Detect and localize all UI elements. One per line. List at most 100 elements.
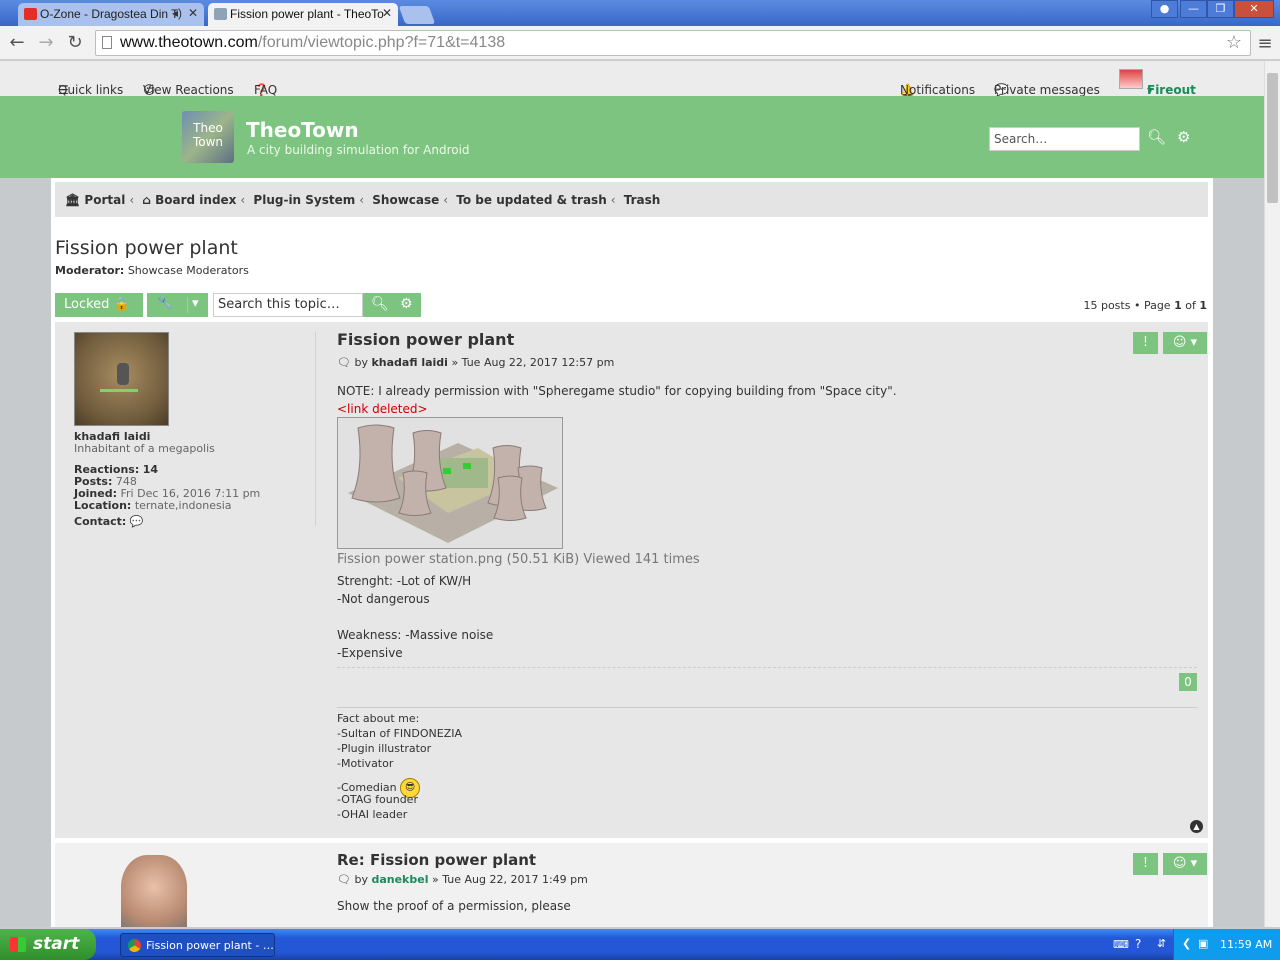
reaction-count-badge[interactable]: 0 bbox=[1179, 673, 1197, 691]
attachment-image[interactable] bbox=[337, 417, 563, 549]
tray-app-icon[interactable]: ▣ bbox=[1198, 937, 1208, 950]
close-tab-icon[interactable]: ✕ bbox=[188, 6, 198, 20]
contact-label: Contact: bbox=[74, 515, 127, 528]
post-author-line: 🗨 by khadafi laidi » Tue Aug 22, 2017 12… bbox=[337, 356, 614, 369]
profile-icon[interactable]: ● bbox=[1151, 0, 1178, 18]
report-button[interactable]: ! bbox=[1133, 332, 1158, 354]
tab-title: O-Zone - Dragostea Din T bbox=[40, 7, 179, 21]
start-button[interactable]: start bbox=[0, 929, 96, 960]
home-icon: ⌂ bbox=[142, 193, 151, 207]
topic-search-input[interactable]: Search this topic… bbox=[213, 293, 363, 317]
moderator-label: Moderator: bbox=[55, 264, 125, 277]
advanced-search-icon[interactable]: ⚙ bbox=[1177, 128, 1190, 146]
breadcrumb-plugin-system[interactable]: Plug-in System bbox=[253, 193, 355, 207]
header-search-input[interactable]: Search… bbox=[989, 127, 1140, 151]
back-arrow-icon[interactable]: ← bbox=[6, 32, 28, 53]
post-title[interactable]: Fission power plant bbox=[337, 330, 514, 349]
body-line: -Not dangerous bbox=[337, 592, 430, 606]
advanced-search-icon[interactable]: ⚙ bbox=[400, 296, 413, 312]
topic-tools-button[interactable]: 🔧 ▾ bbox=[147, 293, 208, 317]
signature-line: -Plugin illustrator bbox=[337, 742, 432, 755]
contact-icon[interactable]: 💬 bbox=[130, 515, 144, 528]
post-author-line: 🗨 by danekbel » Tue Aug 22, 2017 1:49 pm bbox=[337, 873, 588, 886]
post-icon[interactable]: 🗨 bbox=[337, 873, 351, 886]
quick-links-label: Quick links bbox=[58, 83, 124, 97]
page-icon bbox=[102, 36, 112, 49]
topic-title[interactable]: Fission power plant bbox=[55, 237, 238, 259]
post-author[interactable]: danekbel bbox=[371, 873, 428, 886]
keyboard-icon[interactable]: ⌨ bbox=[1113, 938, 1129, 951]
address-bar[interactable]: www.theotown.com/forum/viewtopic.php?f=7… bbox=[95, 30, 1251, 56]
start-label: start bbox=[33, 934, 80, 954]
new-tab-button[interactable] bbox=[398, 6, 436, 24]
scrollbar-thumb[interactable] bbox=[1267, 73, 1278, 203]
tray-expand-icon[interactable]: ❮ bbox=[1182, 937, 1191, 950]
breadcrumb-board-index[interactable]: Board index bbox=[155, 193, 236, 207]
lock-icon: 🔒 bbox=[113, 297, 130, 312]
private-messages-label: Private messages bbox=[994, 83, 1100, 97]
reaction-menu-button[interactable]: ☺ ▾ bbox=[1163, 853, 1207, 875]
power-plant-illustration bbox=[348, 424, 558, 543]
location-label: Location: bbox=[74, 499, 132, 512]
post-date: » Tue Aug 22, 2017 12:57 pm bbox=[451, 356, 615, 369]
search-icon[interactable]: 🔍︎ bbox=[1147, 128, 1166, 146]
smiley-icon: ☺ ▾ bbox=[1172, 335, 1198, 350]
of-word: of bbox=[1185, 299, 1196, 312]
tab-title: Fission power plant - TheoTo bbox=[230, 7, 384, 21]
clock[interactable]: 11:59 AM bbox=[1220, 938, 1272, 951]
smiley-icon: ☺ ▾ bbox=[1172, 856, 1198, 871]
breadcrumb-showcase[interactable]: Showcase bbox=[372, 193, 439, 207]
locked-button[interactable]: Locked 🔒 bbox=[55, 293, 143, 317]
body-line: Weakness: -Massive noise bbox=[337, 628, 494, 642]
reload-icon[interactable]: ↻ bbox=[64, 32, 86, 53]
reaction-menu-button[interactable]: ☺ ▾ bbox=[1163, 332, 1207, 354]
post-icon[interactable]: 🗨 bbox=[337, 356, 351, 369]
page-scrollbar[interactable] bbox=[1264, 61, 1280, 927]
page-word: Page bbox=[1143, 299, 1171, 312]
back-to-top-icon[interactable]: ▲ bbox=[1190, 820, 1203, 833]
signature-line: Fact about me: bbox=[337, 712, 420, 725]
tab-youtube[interactable]: O-Zone - Dragostea Din T ◂) ✕ bbox=[18, 3, 204, 26]
system-tray: ❮ ▣ 11:59 AM bbox=[1173, 929, 1280, 960]
post-title[interactable]: Re: Fission power plant bbox=[337, 851, 536, 869]
forward-arrow-icon[interactable]: → bbox=[35, 32, 57, 53]
reactions-value: 14 bbox=[142, 463, 159, 476]
search-icon[interactable]: 🔍︎ bbox=[371, 296, 389, 312]
by-word: by bbox=[354, 356, 368, 369]
user-rank: Inhabitant of a megapolis bbox=[74, 442, 215, 455]
breadcrumb-trash[interactable]: Trash bbox=[624, 193, 661, 207]
by-word: by bbox=[354, 873, 368, 886]
site-logo[interactable]: Theo Town bbox=[182, 111, 234, 163]
caret-down-icon: ▾ bbox=[1147, 83, 1154, 97]
user-avatar[interactable] bbox=[121, 855, 187, 927]
url-host: www.theotown.com bbox=[120, 34, 258, 51]
user-avatar[interactable] bbox=[1119, 69, 1143, 89]
menu-icon[interactable]: ≡ bbox=[1254, 33, 1276, 54]
url-path: /forum/viewtopic.php?f=71&t=4138 bbox=[257, 34, 506, 51]
close-window-button[interactable]: ✕ bbox=[1234, 0, 1274, 18]
post-date: » Tue Aug 22, 2017 1:49 pm bbox=[431, 873, 588, 886]
close-tab-icon[interactable]: ✕ bbox=[382, 6, 392, 20]
site-name[interactable]: TheoTown bbox=[246, 118, 359, 142]
divider bbox=[315, 332, 316, 526]
youtube-icon bbox=[24, 8, 37, 20]
minimize-button[interactable]: — bbox=[1180, 0, 1207, 18]
taskbar-chrome-item[interactable]: Fission power plant - … bbox=[120, 933, 275, 957]
wrench-icon: 🔧 bbox=[157, 296, 174, 311]
help-icon[interactable]: ? bbox=[1135, 937, 1141, 951]
location-value: ternate,indonesia bbox=[134, 499, 232, 512]
user-avatar[interactable] bbox=[74, 332, 169, 426]
moderator-link[interactable]: Showcase Moderators bbox=[128, 264, 249, 277]
post-author[interactable]: khadafi laidi bbox=[371, 356, 447, 369]
total-pages: 1 bbox=[1199, 299, 1207, 312]
restore-button[interactable]: ❐ bbox=[1207, 0, 1234, 18]
breadcrumb-to-be-updated[interactable]: To be updated & trash bbox=[456, 193, 606, 207]
user-location: Location: ternate,indonesia bbox=[74, 499, 232, 512]
exclamation-icon: ! bbox=[1142, 335, 1149, 350]
network-icon[interactable]: ⇵ bbox=[1157, 937, 1166, 950]
site-description: A city building simulation for Android bbox=[247, 143, 470, 157]
report-button[interactable]: ! bbox=[1133, 853, 1158, 875]
tab-theotown[interactable]: Fission power plant - TheoTo ✕ bbox=[208, 3, 398, 26]
bookmark-star-icon[interactable]: ☆ bbox=[1226, 32, 1242, 53]
breadcrumb-portal[interactable]: Portal bbox=[84, 193, 125, 207]
